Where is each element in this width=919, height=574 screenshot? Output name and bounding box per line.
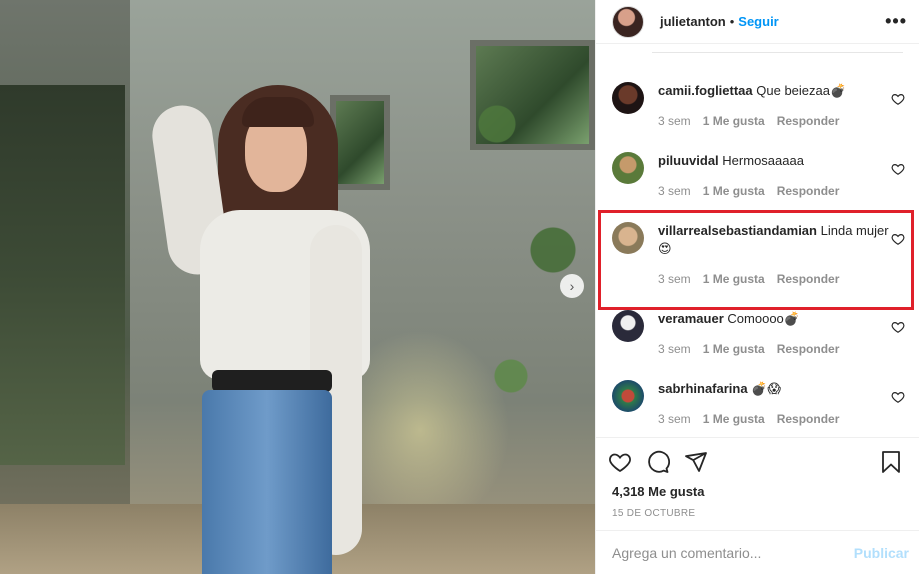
follow-button[interactable]: Seguir [738, 14, 778, 29]
publish-button[interactable]: Publicar [854, 545, 909, 561]
scroll-divider [652, 52, 903, 58]
chevron-right-icon: › [569, 278, 575, 294]
comment-body: piluuvidal Hermosaaaaa 3 sem 1 Me gusta … [658, 152, 891, 200]
photo-doorway [0, 85, 125, 465]
comment-likes[interactable]: 1 Me gusta [703, 410, 765, 428]
post-date[interactable]: 15 DE OCTUBRE [612, 508, 695, 519]
post-photo[interactable]: › [0, 0, 595, 574]
comment-username[interactable]: camii.fogliettaa [658, 83, 753, 98]
comment-likes[interactable]: 1 Me gusta [703, 270, 765, 288]
photo-person [148, 85, 370, 574]
comment-body: villarrealsebastiandamian Linda mujer 😍 … [658, 222, 891, 288]
heart-icon[interactable] [891, 92, 905, 106]
comment-body: veramauer Comoooo💣 3 sem 1 Me gusta Resp… [658, 310, 891, 358]
comment-item: veramauer Comoooo💣 3 sem 1 Me gusta Resp… [596, 310, 919, 358]
commenter-avatar[interactable] [612, 222, 644, 254]
comment-time[interactable]: 3 sem [658, 270, 691, 288]
comment-composer: Publicar [596, 530, 919, 574]
author-username[interactable]: julietanton [660, 14, 726, 29]
comment-text: Comoooo💣 [727, 311, 800, 326]
action-row [606, 448, 905, 476]
header-separator: • [729, 14, 735, 29]
comment-body: camii.fogliettaa Que beiezaa💣 3 sem 1 Me… [658, 82, 891, 130]
heart-icon[interactable] [891, 232, 905, 246]
heart-icon[interactable] [891, 320, 905, 334]
comment-item: villarrealsebastiandamian Linda mujer 😍 … [596, 222, 919, 288]
comment-likes[interactable]: 1 Me gusta [703, 112, 765, 130]
comment-button[interactable] [644, 448, 672, 476]
comment-likes[interactable]: 1 Me gusta [703, 182, 765, 200]
heart-icon[interactable] [891, 162, 905, 176]
comment-username[interactable]: piluuvidal [658, 153, 719, 168]
save-button[interactable] [877, 448, 905, 476]
comment-username[interactable]: villarrealsebastiandamian [658, 223, 817, 238]
comment-meta: 3 sem 1 Me gusta Responder [658, 270, 891, 288]
post-actions: 4,318 Me gusta [596, 437, 919, 499]
commenter-avatar[interactable] [612, 310, 644, 342]
comment-item: piluuvidal Hermosaaaaa 3 sem 1 Me gusta … [596, 152, 919, 200]
comments-list[interactable]: camii.fogliettaa Que beiezaa💣 3 sem 1 Me… [596, 52, 919, 437]
comment-item: sabrhinafarina 💣😱 3 sem 1 Me gusta Respo… [596, 380, 919, 428]
instagram-post-view: › julietanton • Seguir ••• camii.fogliet… [0, 0, 919, 574]
like-button[interactable] [606, 448, 634, 476]
comment-text: Que beiezaa💣 [756, 83, 847, 98]
commenter-avatar[interactable] [612, 82, 644, 114]
post-side-panel: julietanton • Seguir ••• camii.foglietta… [595, 0, 919, 574]
share-icon [685, 452, 707, 472]
reply-button[interactable]: Responder [777, 182, 840, 200]
heart-icon[interactable] [891, 390, 905, 404]
bookmark-icon [882, 451, 900, 473]
comment-body: sabrhinafarina 💣😱 3 sem 1 Me gusta Respo… [658, 380, 891, 428]
share-button[interactable] [682, 448, 710, 476]
comment-time[interactable]: 3 sem [658, 410, 691, 428]
person-jeans [202, 390, 332, 574]
reply-button[interactable]: Responder [777, 410, 840, 428]
comment-item: camii.fogliettaa Que beiezaa💣 3 sem 1 Me… [596, 82, 919, 130]
person-belt [212, 370, 332, 392]
comment-text: 💣😱 [751, 381, 781, 396]
author-avatar[interactable] [612, 5, 644, 38]
comment-meta: 3 sem 1 Me gusta Responder [658, 340, 891, 358]
comment-meta: 3 sem 1 Me gusta Responder [658, 112, 891, 130]
comment-time[interactable]: 3 sem [658, 340, 691, 358]
commenter-avatar[interactable] [612, 380, 644, 412]
reply-button[interactable]: Responder [777, 270, 840, 288]
comment-text: Hermosaaaaa [722, 153, 804, 168]
reply-button[interactable]: Responder [777, 340, 840, 358]
comment-time[interactable]: 3 sem [658, 112, 691, 130]
comment-icon [648, 450, 670, 473]
comment-username[interactable]: sabrhinafarina [658, 381, 748, 396]
comment-input[interactable] [612, 544, 854, 561]
comment-meta: 3 sem 1 Me gusta Responder [658, 182, 891, 200]
next-photo-button[interactable]: › [560, 274, 584, 298]
person-bangs [242, 97, 314, 127]
comment-username[interactable]: veramauer [658, 311, 724, 326]
post-header: julietanton • Seguir ••• [596, 0, 919, 44]
heart-icon [609, 453, 631, 473]
comment-likes[interactable]: 1 Me gusta [703, 340, 765, 358]
reply-button[interactable]: Responder [777, 112, 840, 130]
comment-meta: 3 sem 1 Me gusta Responder [658, 410, 891, 428]
more-icon[interactable]: ••• [885, 11, 907, 32]
comment-time[interactable]: 3 sem [658, 182, 691, 200]
likes-count[interactable]: 4,318 Me gusta [612, 484, 905, 499]
commenter-avatar[interactable] [612, 152, 644, 184]
